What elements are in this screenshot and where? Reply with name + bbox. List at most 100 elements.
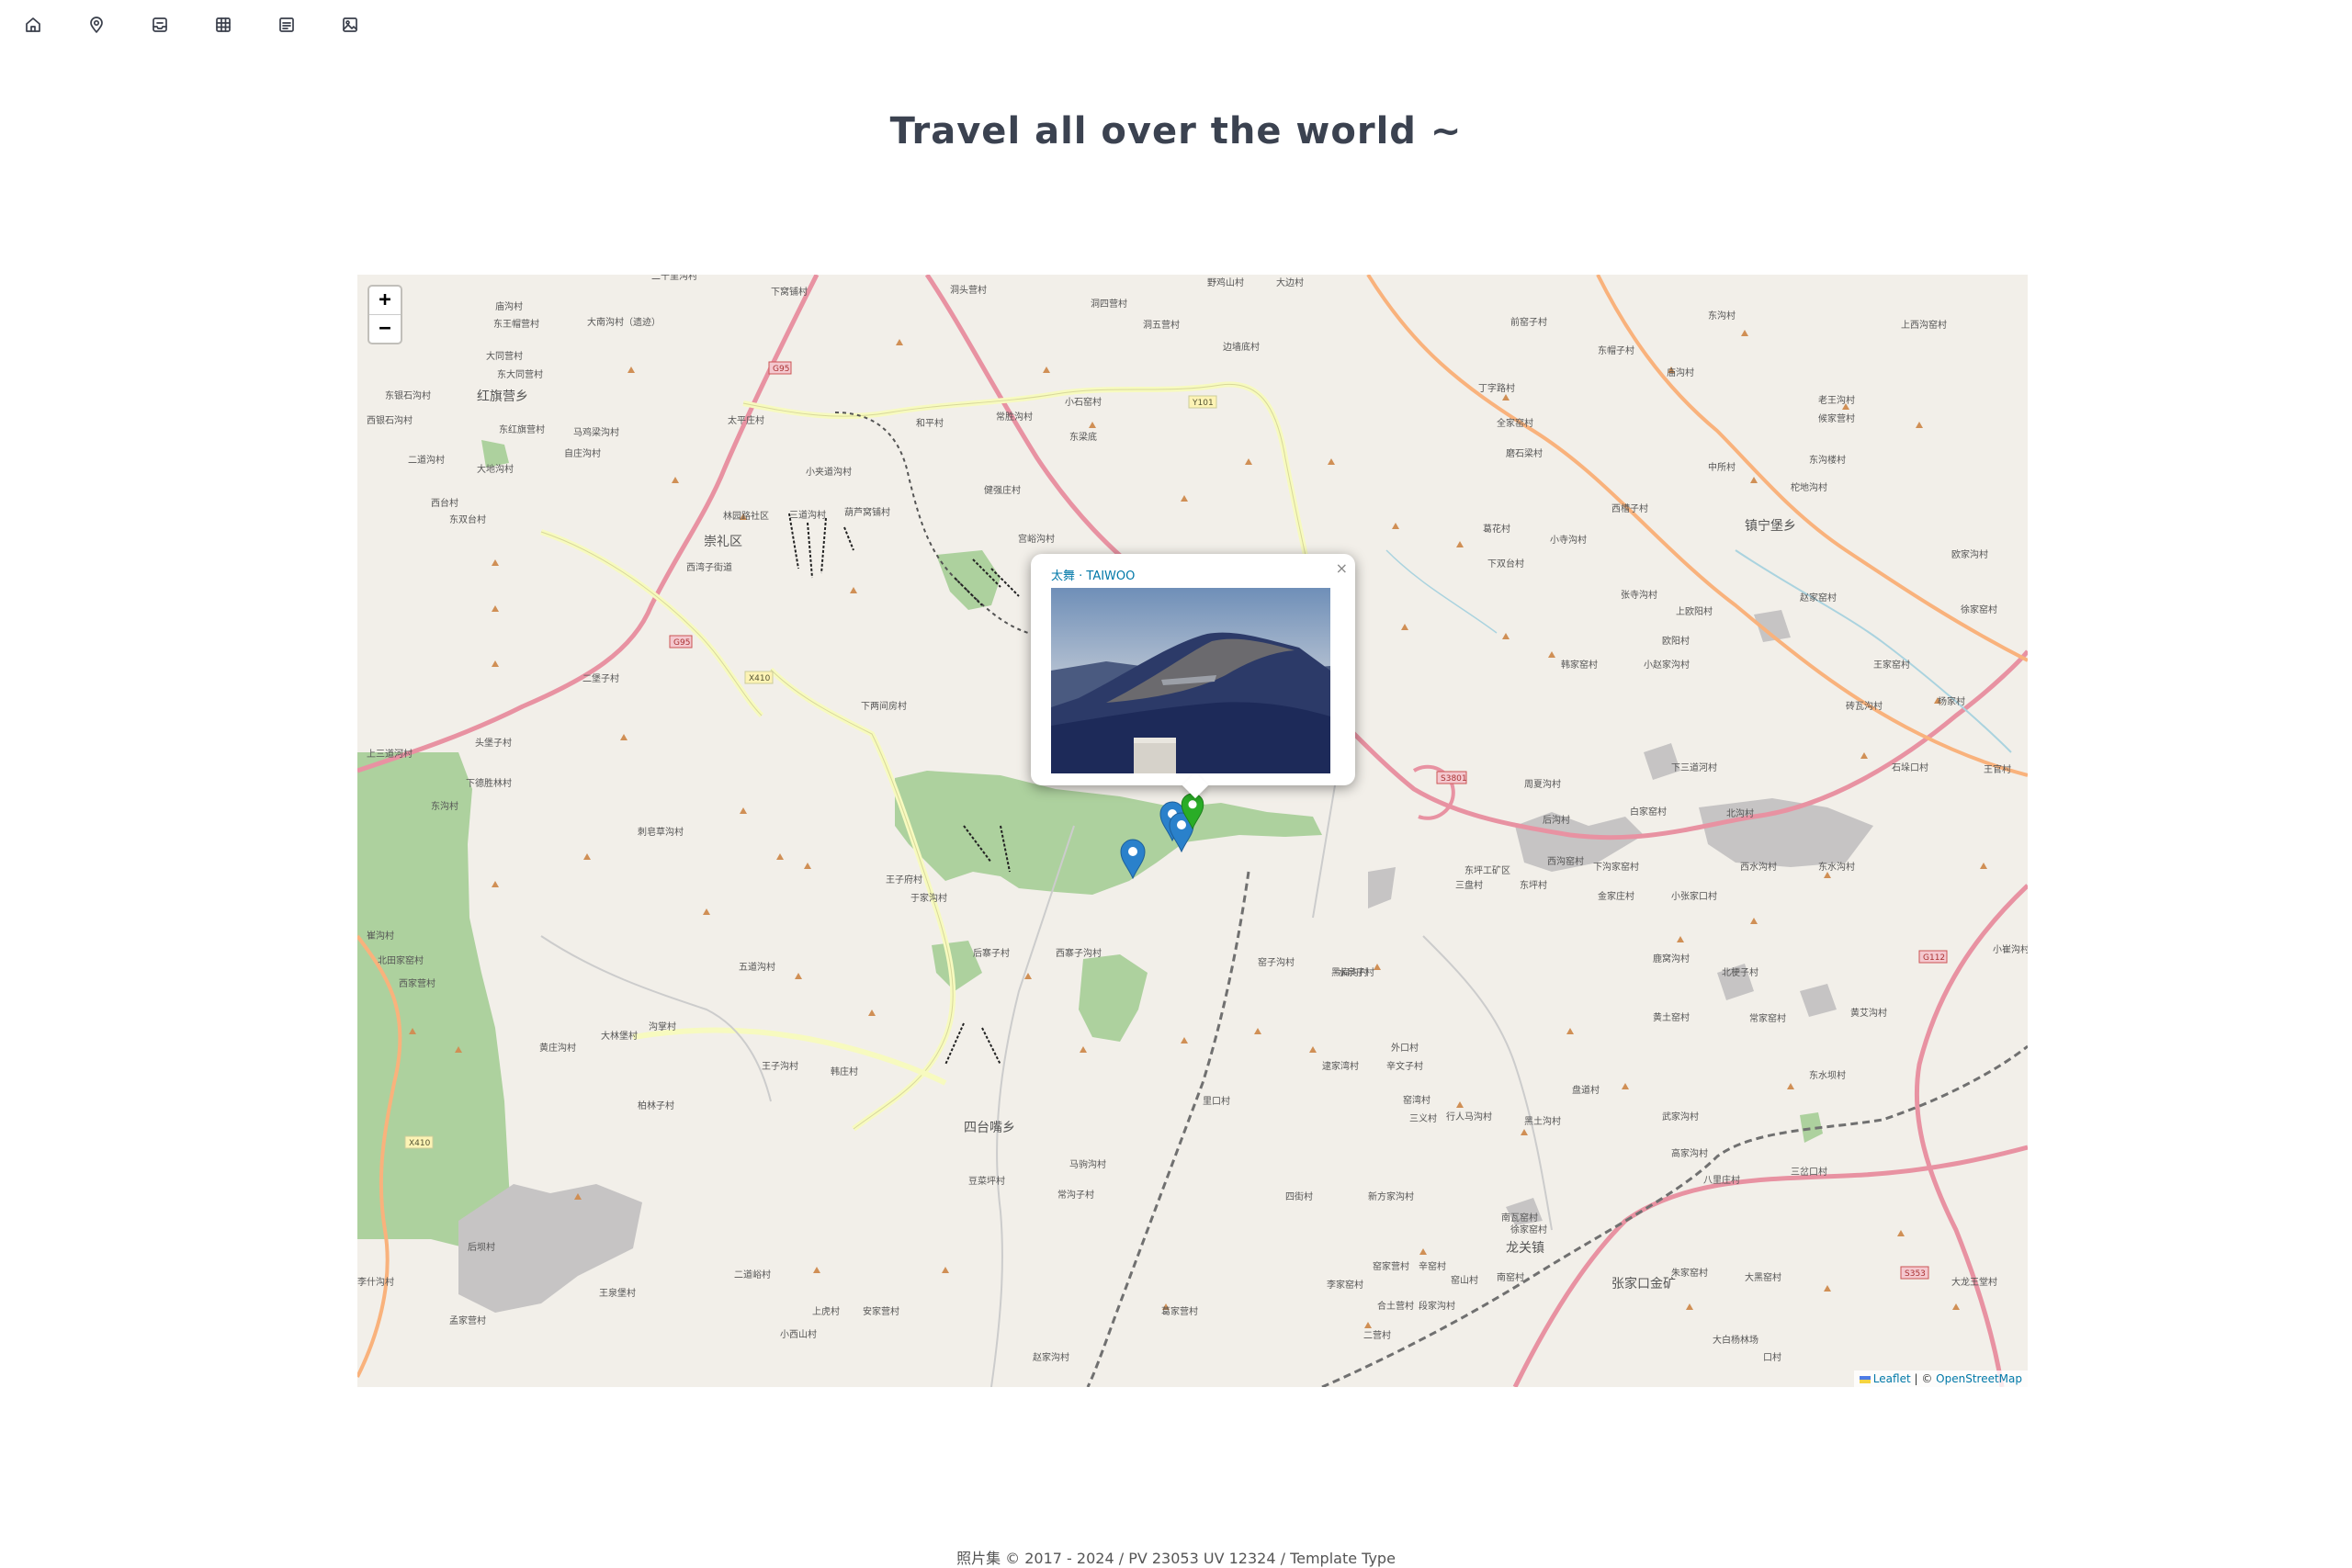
place-label: 大同营村 — [486, 350, 523, 362]
place-label: 东红旗营村 — [499, 423, 545, 435]
place-label: 马驹沟村 — [1069, 1158, 1106, 1170]
inbox-icon[interactable] — [151, 16, 169, 34]
place-label: 林园路社区 — [723, 510, 769, 522]
map-marker-green[interactable] — [1181, 793, 1204, 829]
place-label: 北梗子村 — [1722, 966, 1758, 978]
place-label: 东坪村 — [1520, 879, 1547, 891]
place-label: 东梁底 — [1069, 431, 1097, 443]
place-label: 八里庄村 — [1703, 1174, 1740, 1186]
place-label: 高家沟村 — [1671, 1147, 1708, 1159]
zoom-control: + − — [368, 285, 402, 344]
place-label: 中所村 — [1708, 461, 1736, 473]
place-label: 赵家沟村 — [1033, 1351, 1069, 1363]
place-label: 徐家窑村 — [1510, 1224, 1547, 1235]
map-container[interactable]: G95 G95 X410 Y101 S3801 G112 S353 X410 二… — [357, 275, 2028, 1387]
zoom-out-button[interactable]: − — [369, 314, 401, 343]
image-icon[interactable] — [341, 16, 359, 34]
place-label: 行人马沟村 — [1446, 1111, 1492, 1122]
place-label: 徐家窑村 — [1961, 604, 1997, 615]
place-label: 马鸡梁沟村 — [573, 426, 619, 438]
place-label: 杨家村 — [1938, 695, 1965, 707]
place-label: 黄艾沟村 — [1850, 1007, 1887, 1019]
svg-text:S3801: S3801 — [1441, 774, 1467, 784]
place-label: 小寺沟村 — [1550, 534, 1587, 546]
place-label: 里口村 — [1203, 1095, 1230, 1107]
place-label: 全家窑村 — [1497, 417, 1533, 429]
svg-text:G112: G112 — [1923, 953, 1945, 963]
place-label: 二道沟村 — [408, 454, 445, 466]
grid-icon[interactable] — [214, 16, 232, 34]
railway — [834, 412, 1029, 634]
attribution-separator: | © — [1910, 1372, 1937, 1385]
openstreetmap-link[interactable]: OpenStreetMap — [1936, 1372, 2022, 1385]
place-label: 三道沟村 — [789, 509, 826, 521]
zoom-in-button[interactable]: + — [369, 287, 401, 314]
place-label: 欧阳村 — [1662, 635, 1690, 647]
place-label: 东帽子村 — [1598, 344, 1634, 356]
place-label: 沟掌村 — [649, 1021, 676, 1032]
place-label: 下窝铺村 — [771, 286, 808, 298]
place-label: 合土营村 — [1377, 1300, 1414, 1312]
place-label: 砖瓦沟村 — [1846, 700, 1883, 712]
place-label: 上虎村 — [812, 1305, 840, 1317]
place-label: 太平庄村 — [728, 414, 764, 426]
place-label: 上西沟窑村 — [1901, 319, 1947, 331]
place-label: 窑子沟村 — [1258, 956, 1295, 968]
secondary-road — [632, 1027, 947, 1086]
svg-text:X410: X410 — [749, 674, 771, 683]
primary-road — [1366, 275, 2028, 777]
river — [1735, 549, 2012, 753]
popup-title-link[interactable]: 太舞 · TAIWOO — [1051, 566, 1135, 583]
place-label: 西台村 — [431, 497, 458, 509]
place-label: 金家庄村 — [1598, 890, 1634, 902]
page-title: Travel all over the world ~ — [889, 110, 1463, 152]
place-label: 周夏沟村 — [1524, 778, 1561, 790]
place-label: 鹿窝沟村 — [1653, 953, 1690, 964]
place-label: 常沟子村 — [1057, 1189, 1094, 1201]
place-label: 红旗营乡 — [477, 389, 528, 404]
map-marker-blue[interactable] — [1120, 839, 1146, 879]
place-label: 欧家沟村 — [1951, 548, 1988, 560]
place-label: 东王帽营村 — [493, 318, 539, 330]
place-label: 小夹道沟村 — [806, 466, 852, 478]
place-label: 自庄沟村 — [564, 447, 601, 459]
place-label: 三岔口村 — [1791, 1166, 1827, 1178]
ukraine-flag-icon — [1859, 1375, 1871, 1383]
place-label: 宫峪沟村 — [1018, 533, 1055, 545]
place-label: 庙沟村 — [1667, 367, 1694, 378]
map-attribution: Leaflet | © OpenStreetMap — [1853, 1371, 2028, 1387]
svg-text:Y101: Y101 — [1192, 399, 1214, 408]
place-label: 大边村 — [1276, 276, 1304, 288]
place-label: 大地沟村 — [477, 463, 514, 475]
home-icon[interactable] — [24, 16, 42, 34]
place-label: 二堡子村 — [582, 672, 619, 684]
place-label: 石垛口村 — [1892, 761, 1928, 773]
place-label: 前窑子村 — [1510, 316, 1547, 328]
place-label: 西银石沟村 — [367, 414, 413, 426]
place-label: 安家营村 — [863, 1305, 899, 1317]
leaflet-link[interactable]: Leaflet — [1873, 1372, 1911, 1385]
place-label: 小崔沟村 — [1993, 943, 2028, 955]
location-pin-icon[interactable] — [87, 16, 106, 34]
svg-text:G95: G95 — [673, 638, 690, 648]
place-label: 东坪工矿区 — [1464, 864, 1510, 876]
svg-text:X410: X410 — [409, 1139, 431, 1148]
place-label: 王家窑村 — [1873, 659, 1910, 671]
place-label: 小西山村 — [780, 1328, 817, 1340]
list-icon[interactable] — [277, 16, 296, 34]
place-label: 辛文子村 — [1386, 1060, 1423, 1072]
place-label: 二营村 — [1363, 1329, 1391, 1341]
place-label: 洞五营村 — [1143, 319, 1180, 331]
popup-photo[interactable] — [1051, 588, 1330, 773]
place-label: 镇宁堡乡 — [1745, 518, 1796, 534]
place-label: 四台嘴乡 — [964, 1121, 1015, 1135]
place-label: 三盘村 — [1455, 879, 1483, 891]
place-label: 白家窑村 — [1630, 806, 1667, 818]
place-label: 小石窑村 — [1065, 396, 1102, 408]
svg-text:S353: S353 — [1905, 1269, 1926, 1279]
svg-text:G95: G95 — [773, 365, 789, 374]
place-label: 西沟窑村 — [1547, 855, 1584, 867]
place-label: 小张家口村 — [1671, 890, 1717, 902]
place-label: 韩庄村 — [831, 1066, 858, 1077]
popup-close-button[interactable]: × — [1336, 559, 1348, 577]
